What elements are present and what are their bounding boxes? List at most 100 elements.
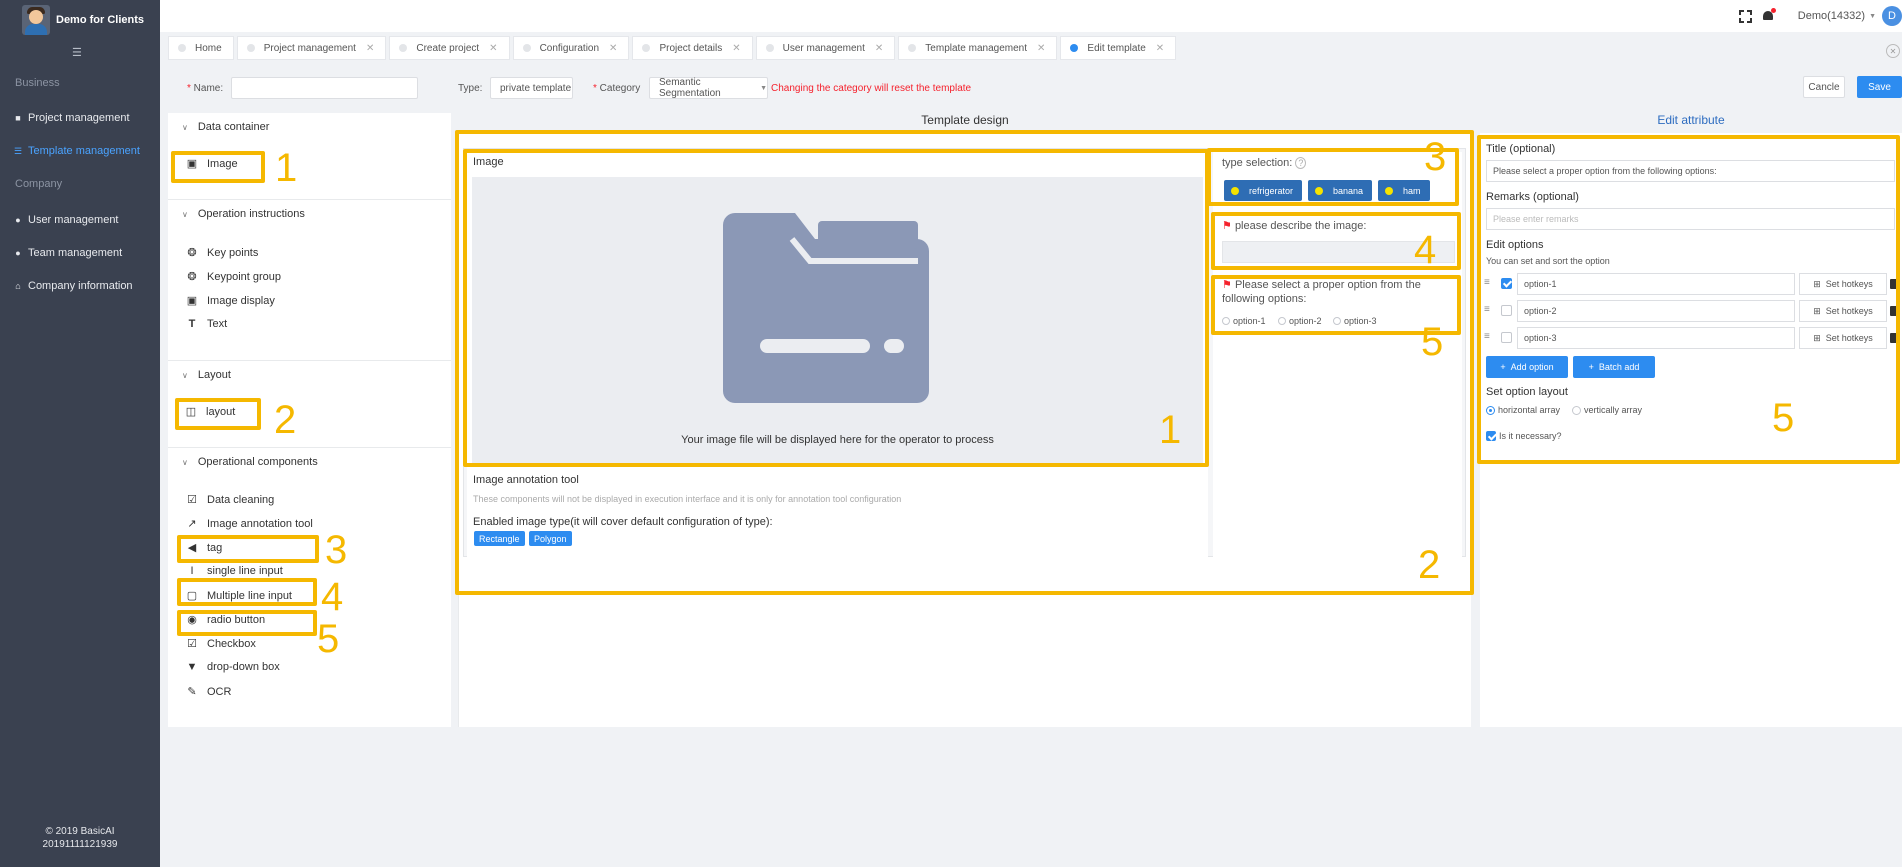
name-input[interactable] [231, 77, 418, 99]
highlight-layout-component [175, 398, 261, 430]
fullscreen-icon[interactable] [1738, 9, 1752, 23]
close-icon[interactable]: ✕ [489, 43, 497, 54]
tab-home[interactable]: Home [168, 36, 234, 60]
close-icon[interactable]: ✕ [875, 43, 883, 54]
pen-icon: ✎ [187, 686, 197, 698]
annotation-number: 1 [1159, 408, 1182, 452]
category-select-value: Semantic Segmentation [659, 77, 721, 99]
close-icon[interactable]: ✕ [609, 43, 617, 54]
tab-label: Project management [263, 42, 356, 54]
group-layout[interactable]: ∨ Layout [182, 369, 231, 381]
close-all-tabs-icon[interactable]: ✕ [1886, 44, 1900, 58]
highlight-tag-component [177, 535, 319, 563]
group-title: Data container [197, 121, 270, 133]
user-avatar[interactable]: D [1882, 6, 1902, 26]
component-image-display[interactable]: ▣ Image display [185, 294, 275, 308]
tab-dot-icon [178, 44, 186, 52]
close-icon[interactable]: ✕ [1156, 43, 1164, 54]
chevron-down-icon: ∨ [182, 209, 188, 219]
group-operation-instructions[interactable]: ∨ Operation instructions [182, 208, 305, 220]
name-label: * Name: [187, 83, 224, 94]
sidebar-item-label: Template management [28, 145, 140, 157]
tab-dot-icon [1070, 44, 1079, 52]
keypoint-icon: ❂ [187, 247, 197, 259]
component-image-annotation-tool[interactable]: ↗ Image annotation tool [185, 517, 312, 531]
menu-collapse-icon[interactable]: ☰ [72, 48, 86, 59]
category-label-text: Category [599, 83, 641, 94]
component-keypoint-group[interactable]: ❂ Keypoint group [185, 270, 281, 284]
component-checkbox[interactable]: ☑ Checkbox [185, 637, 256, 651]
divider [168, 199, 451, 200]
tab-label: Home [195, 42, 222, 54]
group-title: Layout [197, 369, 231, 381]
group-title: Operational components [197, 456, 318, 468]
tab-user-management[interactable]: User management ✕ [755, 36, 896, 60]
highlight-image-card [463, 149, 1209, 467]
chevron-down-icon[interactable]: ▼ [1869, 13, 1876, 20]
component-drop-down-box[interactable]: ▼ drop-down box [185, 661, 280, 673]
annotation-number: 2 [1418, 543, 1441, 587]
name-label-text: Name: [193, 83, 224, 94]
annotation-number: 5 [317, 617, 340, 661]
divider [168, 360, 451, 361]
check-square-icon: ☑ [187, 494, 197, 506]
text-cursor-icon: I [190, 565, 194, 577]
annotation-number: 3 [325, 528, 348, 572]
component-ocr[interactable]: ✎ OCR [185, 685, 232, 699]
edit-attribute-title: Edit attribute [1657, 113, 1725, 127]
tab-label: Template management [925, 42, 1028, 54]
component-label: single line input [207, 565, 283, 577]
component-label: Keypoint group [207, 270, 281, 283]
component-key-points[interactable]: ❂ Key points [185, 246, 259, 260]
component-label: drop-down box [207, 661, 280, 673]
close-icon[interactable]: ✕ [1037, 43, 1045, 54]
save-button[interactable]: Save [1857, 76, 1902, 98]
top-bar-right: Demo(14332) ▼ D [1738, 6, 1902, 26]
user-menu[interactable]: Demo(14332) [1798, 10, 1865, 22]
text-icon: T [188, 318, 196, 330]
group-operational-components[interactable]: ∨ Operational components [182, 456, 318, 468]
highlight-image-component [171, 151, 265, 183]
copyright-text: © 2019 BasicAI [45, 826, 115, 837]
sidebar-item-label: Team management [28, 247, 123, 259]
highlight-tag-field [1207, 148, 1459, 206]
tab-dot-icon [522, 44, 531, 52]
category-select[interactable]: Semantic Segmentation ▼ [649, 77, 768, 99]
tab-create-project[interactable]: Create project ✕ [389, 36, 510, 60]
divider [168, 447, 451, 448]
app-title: Demo for Clients [56, 14, 145, 26]
tab-dot-icon [642, 44, 651, 52]
sidebar-item-template-management[interactable]: ☰ Template management [0, 141, 160, 161]
tab-edit-template[interactable]: Edit template ✕ [1060, 36, 1177, 60]
component-label: OCR [207, 685, 232, 698]
book-icon: ■ [15, 113, 21, 123]
cancel-button[interactable]: Cancle [1803, 76, 1845, 98]
group-data-container[interactable]: ∨ Data container [182, 121, 269, 133]
avatar [22, 5, 50, 35]
tab-template-management[interactable]: Template management ✕ [898, 36, 1058, 60]
tab-label: Configuration [539, 42, 600, 54]
tab-bar: Home Project management ✕ Create project ✕… [168, 36, 1179, 60]
component-label: Checkbox [207, 637, 256, 650]
component-label: Key points [207, 246, 259, 259]
sidebar-item-label: User management [28, 214, 119, 226]
sidebar-section-business: Business [15, 77, 60, 89]
close-icon[interactable]: ✕ [366, 43, 374, 54]
sidebar-item-team-management[interactable]: ● Team management [0, 243, 160, 263]
sidebar-item-project-management[interactable]: ■ Project management [0, 108, 160, 128]
close-icon[interactable]: ✕ [732, 43, 740, 54]
tab-project-management[interactable]: Project management ✕ [236, 36, 387, 60]
component-data-cleaning[interactable]: ☑ Data cleaning [185, 493, 274, 507]
sidebar-item-company-information[interactable]: ⌂ Company information [0, 276, 160, 296]
annotation-number: 5 [1772, 396, 1795, 440]
sidebar-item-user-management[interactable]: ● User management [0, 210, 160, 230]
annotation-number: 5 [1421, 320, 1444, 364]
component-single-line-input[interactable]: Isingle line input [185, 565, 283, 577]
annotation-number: 4 [321, 575, 344, 619]
component-text[interactable]: T Text [185, 318, 228, 330]
annotation-number: 4 [1414, 228, 1437, 272]
tab-dot-icon [399, 44, 408, 52]
tab-configuration[interactable]: Configuration ✕ [512, 36, 630, 60]
bell-icon[interactable] [1762, 8, 1776, 22]
tab-project-details[interactable]: Project details ✕ [632, 36, 753, 60]
